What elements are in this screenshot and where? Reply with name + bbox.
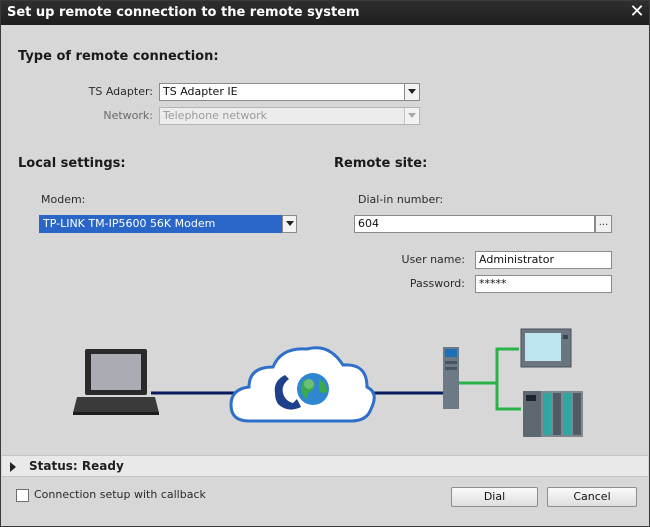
cancel-button[interactable]: Cancel — [547, 487, 637, 507]
username-input[interactable]: Administrator — [475, 251, 612, 269]
callback-checkbox[interactable] — [16, 489, 29, 502]
modem-value: TP-LINK TM-IP5600 56K Modem — [43, 217, 216, 230]
dialog-window: Set up remote connection to the remote s… — [0, 0, 650, 527]
ts-adapter-label: TS Adapter: — [88, 85, 153, 98]
plc-rack-icon — [523, 391, 583, 437]
network-label: Network: — [103, 109, 153, 122]
callback-label: Connection setup with callback — [34, 488, 206, 501]
status-bar[interactable]: Status: Ready — [2, 455, 648, 477]
connection-diagram — [73, 328, 583, 437]
dropdown-arrow-icon[interactable] — [404, 84, 419, 100]
hmi-link-line — [459, 347, 519, 385]
globe-icon — [297, 373, 329, 405]
dialog-title: Set up remote connection to the remote s… — [7, 5, 360, 20]
ts-adapter-icon — [443, 347, 459, 409]
laptop-icon — [73, 349, 159, 415]
status-text: Status: Ready — [29, 459, 124, 473]
hmi-panel-icon — [520, 328, 572, 368]
network-value: Telephone network — [163, 109, 268, 122]
dropdown-arrow-icon[interactable] — [282, 215, 297, 233]
expand-arrow-icon[interactable] — [10, 462, 16, 472]
remote-site-heading: Remote site: — [334, 156, 428, 171]
local-settings-heading: Local settings: — [18, 156, 126, 171]
remote-connection-heading: Type of remote connection: — [18, 49, 219, 64]
close-icon[interactable]: ✕ — [627, 2, 647, 22]
password-label: Password: — [409, 277, 465, 290]
title-bar: Set up remote connection to the remote s… — [1, 1, 649, 25]
dial-in-label: Dial-in number: — [358, 193, 444, 206]
modem-dropdown[interactable]: TP-LINK TM-IP5600 56K Modem — [39, 215, 297, 233]
username-label: User name: — [401, 253, 465, 266]
password-input[interactable]: ***** — [475, 275, 612, 293]
dial-in-number-input[interactable]: 604 — [354, 215, 595, 233]
dropdown-arrow-icon — [404, 108, 419, 124]
modem-label: Modem: — [41, 193, 86, 206]
ts-adapter-value: TS Adapter IE — [163, 85, 238, 98]
browse-button[interactable]: ... — [595, 215, 612, 233]
plc-link-line — [495, 383, 521, 411]
network-dropdown: Telephone network — [159, 107, 420, 125]
dial-button[interactable]: Dial — [451, 487, 538, 507]
ts-adapter-dropdown[interactable]: TS Adapter IE — [159, 83, 420, 101]
